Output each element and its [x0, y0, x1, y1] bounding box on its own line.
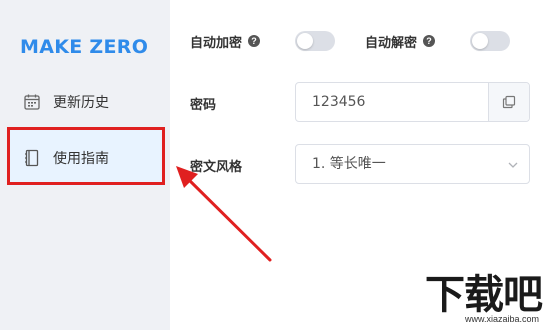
- help-icon[interactable]: ?: [248, 35, 261, 47]
- watermark-logo-text: 下载吧: [425, 272, 543, 318]
- watermark: 下载吧 www.xiazaiba.com: [402, 262, 543, 324]
- password-label: 密码: [190, 97, 217, 113]
- cipher-style-label: 密文风格: [190, 159, 243, 175]
- cipher-style-select[interactable]: 1. 等长唯一: [295, 144, 530, 184]
- copy-button[interactable]: [488, 83, 529, 121]
- calendar-icon: [23, 93, 41, 111]
- toggle-knob: [472, 33, 488, 49]
- auto-encrypt-text: 自动加密: [190, 35, 243, 51]
- copy-icon: [502, 95, 516, 109]
- sidebar-item-label: 使用指南: [53, 151, 109, 167]
- auto-decrypt-text: 自动解密: [365, 35, 418, 51]
- cipher-style-value: 1. 等长唯一: [312, 156, 386, 172]
- password-field[interactable]: 123456: [295, 82, 530, 122]
- app-brand: MAKE ZERO: [20, 36, 149, 58]
- sidebar-item-user-guide[interactable]: 使用指南: [10, 130, 165, 186]
- sidebar-item-update-history[interactable]: 更新历史: [10, 74, 165, 130]
- watermark-url: www.xiazaiba.com: [461, 314, 542, 324]
- sidebar-item-label: 更新历史: [53, 95, 109, 111]
- auto-decrypt-label: 自动解密 ?: [365, 31, 436, 51]
- toggle-knob: [297, 33, 313, 49]
- auto-encrypt-toggle[interactable]: [295, 31, 335, 51]
- book-icon: [23, 149, 41, 167]
- auto-decrypt-toggle[interactable]: [470, 31, 510, 51]
- auto-encrypt-label: 自动加密 ?: [190, 31, 261, 51]
- help-icon[interactable]: ?: [423, 35, 436, 47]
- chevron-down-icon: [507, 158, 519, 170]
- sidebar: MAKE ZERO 更新历史 使用指南: [0, 0, 170, 330]
- password-value: 123456: [312, 94, 366, 110]
